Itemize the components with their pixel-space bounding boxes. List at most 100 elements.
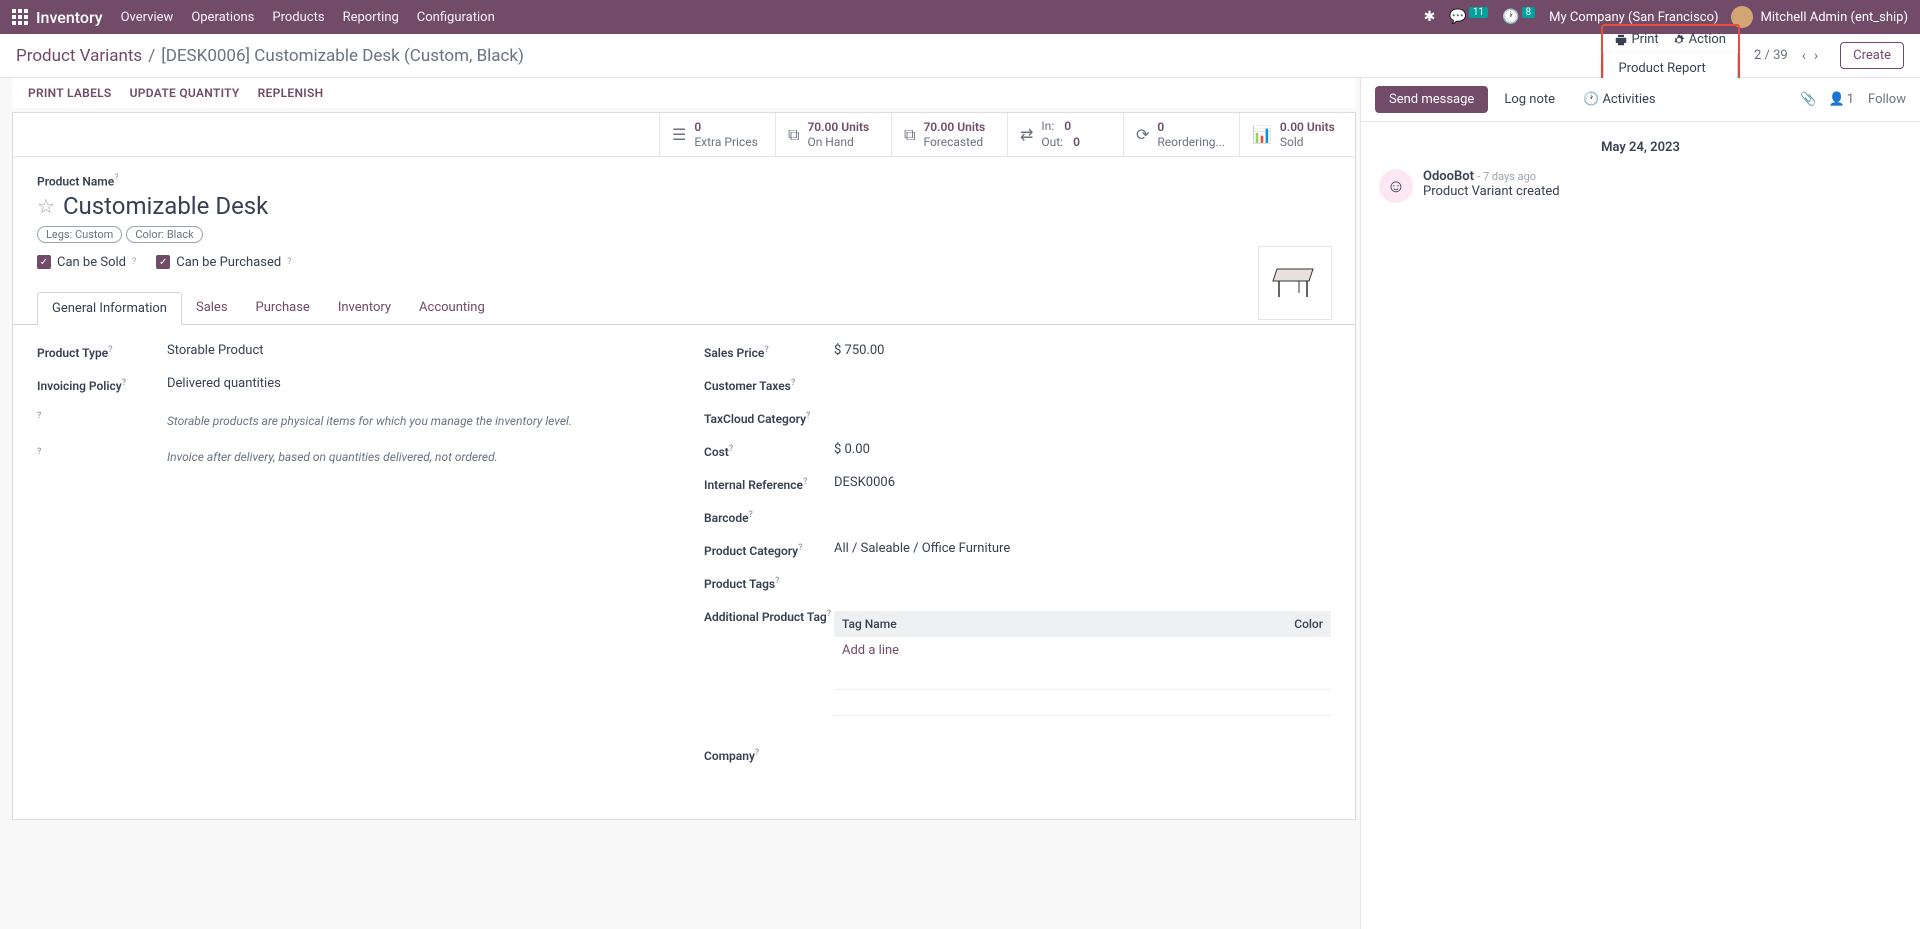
date-separator: May 24, 2023 <box>1379 140 1902 155</box>
log-note-button[interactable]: Log note <box>1492 86 1567 113</box>
table-row <box>834 690 1331 716</box>
followers-count[interactable]: 👤1 <box>1829 92 1855 107</box>
form-right-col: Sales Price?$ 750.00 Customer Taxes? Tax… <box>704 343 1331 780</box>
action-button[interactable]: Action <box>1673 32 1726 47</box>
pager[interactable]: 2 / 39 <box>1754 48 1788 63</box>
form-left-col: Product Type? Storable Product Invoicing… <box>37 343 664 780</box>
breadcrumb-parent[interactable]: Product Variants <box>16 46 142 66</box>
update-quantity-button[interactable]: UPDATE QUANTITY <box>130 86 240 100</box>
transfer-icon: ⇄ <box>1020 125 1033 144</box>
stat-forecasted[interactable]: ⧉ 70.00 UnitsForecasted <box>891 113 1007 156</box>
nav-overview[interactable]: Overview <box>121 10 174 25</box>
clock-badge: 8 <box>1522 7 1536 18</box>
product-type-value[interactable]: Storable Product <box>167 343 664 358</box>
form-sheet: ☰ 0Extra Prices ⧉ 70.00 UnitsOn Hand ⧉ 7… <box>12 112 1356 820</box>
category-label: Product Category <box>704 544 798 558</box>
company-selector[interactable]: My Company (San Francisco) <box>1549 10 1718 25</box>
additional-tag-table: Tag NameColor Add a line <box>834 611 1331 717</box>
message-author: OdooBot <box>1423 169 1474 184</box>
bug-icon[interactable]: ✱ <box>1424 9 1436 25</box>
can-be-purchased-check[interactable]: ✓Can be Purchased? <box>156 255 291 270</box>
follow-button[interactable]: Follow <box>1868 92 1906 107</box>
chatter-topbar: Send message Log note 🕐 Activities 📎 👤1 … <box>1361 78 1920 122</box>
tab-sales[interactable]: Sales <box>182 292 242 324</box>
app-name[interactable]: Inventory <box>36 8 103 27</box>
company-label: Company <box>704 749 755 763</box>
additional-tag-label: Additional Product Tag <box>704 610 827 624</box>
print-button[interactable]: Print <box>1615 32 1658 47</box>
customer-taxes-label: Customer Taxes <box>704 379 791 393</box>
title-area: Product Name? ☆ Customizable Desk Legs: … <box>13 157 1355 277</box>
cubes-icon: ⧉ <box>904 125 915 145</box>
stat-sold[interactable]: 📊 0.00 UnitsSold <box>1239 113 1355 156</box>
variant-tag-color: Color: Black <box>126 226 202 243</box>
nav-operations[interactable]: Operations <box>191 10 254 25</box>
attachment-icon[interactable]: 📎 <box>1800 92 1816 107</box>
invoice-hint: Invoice after delivery, based on quantit… <box>167 449 664 466</box>
chat-badge: 11 <box>1469 7 1488 18</box>
nav-products[interactable]: Products <box>272 10 324 25</box>
favorite-star-icon[interactable]: ☆ <box>37 194 55 218</box>
message: ☺ OdooBot - 7 days ago Product Variant c… <box>1379 169 1902 203</box>
user-menu[interactable]: Mitchell Admin (ent_ship) <box>1761 10 1908 25</box>
pager-prev-icon[interactable]: ‹ <box>1798 48 1810 64</box>
stat-reordering[interactable]: ⟳ 0Reordering... <box>1123 113 1239 156</box>
send-message-button[interactable]: Send message <box>1375 86 1488 113</box>
control-bar: Product Variants / [DESK0006] Customizab… <box>0 34 1920 78</box>
nav-reporting[interactable]: Reporting <box>343 10 399 25</box>
quick-actions: PRINT LABELS UPDATE QUANTITY REPLENISH <box>12 78 1356 108</box>
action-label: Action <box>1689 32 1726 47</box>
dropdown-item-product-report[interactable]: Product Report <box>1618 61 1705 76</box>
chart-icon: 📊 <box>1252 125 1272 144</box>
stat-transfers[interactable]: ⇄ In:0 Out:0 <box>1007 113 1123 156</box>
stat-extra-prices[interactable]: ☰ 0Extra Prices <box>659 113 775 156</box>
nav-configuration[interactable]: Configuration <box>417 10 495 25</box>
taxcloud-label: TaxCloud Category <box>704 412 806 426</box>
product-tags-label: Product Tags <box>704 577 775 591</box>
th-color: Color <box>1142 611 1331 637</box>
clock-icon[interactable]: 🕐8 <box>1502 9 1535 25</box>
print-labels-button[interactable]: PRINT LABELS <box>28 86 112 100</box>
activities-button[interactable]: 🕐 Activities <box>1571 86 1668 113</box>
storable-hint: Storable products are physical items for… <box>167 413 664 430</box>
product-name[interactable]: Customizable Desk <box>63 192 268 220</box>
pager-next-icon[interactable]: › <box>1810 48 1822 64</box>
chatter-panel: Send message Log note 🕐 Activities 📎 👤1 … <box>1360 78 1920 929</box>
breadcrumb-title: [DESK0006] Customizable Desk (Custom, Bl… <box>161 46 524 66</box>
tab-general-information[interactable]: General Information <box>37 292 182 325</box>
stat-on-hand[interactable]: ⧉ 70.00 UnitsOn Hand <box>775 113 891 156</box>
table-row <box>834 664 1331 690</box>
apps-icon[interactable] <box>12 9 28 25</box>
create-button[interactable]: Create <box>1840 42 1904 69</box>
invoicing-policy-value[interactable]: Delivered quantities <box>167 376 664 391</box>
list-icon: ☰ <box>672 125 686 144</box>
cost-label: Cost <box>704 445 729 459</box>
breadcrumb-sep: / <box>148 46 155 66</box>
stat-buttons: ☰ 0Extra Prices ⧉ 70.00 UnitsOn Hand ⧉ 7… <box>13 113 1355 157</box>
cost-value[interactable]: $ 0.00 <box>834 442 1331 457</box>
tab-inventory[interactable]: Inventory <box>324 292 405 324</box>
tab-purchase[interactable]: Purchase <box>242 292 324 324</box>
category-value[interactable]: All / Saleable / Office Furniture <box>834 541 1331 556</box>
invoicing-policy-label: Invoicing Policy <box>37 379 122 393</box>
internal-ref-value[interactable]: DESK0006 <box>834 475 1331 490</box>
th-tag-name: Tag Name <box>834 611 1142 637</box>
message-body: Product Variant created <box>1423 184 1560 199</box>
replenish-button[interactable]: REPLENISH <box>258 86 324 100</box>
add-line-button[interactable]: Add a line <box>834 637 1142 664</box>
message-time: - 7 days ago <box>1477 170 1536 183</box>
print-label: Print <box>1631 32 1658 47</box>
sales-price-value[interactable]: $ 750.00 <box>834 343 1331 358</box>
sales-price-label: Sales Price <box>704 346 764 360</box>
refresh-icon: ⟳ <box>1136 125 1149 144</box>
internal-ref-label: Internal Reference <box>704 478 803 492</box>
product-type-label: Product Type <box>37 346 108 360</box>
bot-avatar-icon: ☺ <box>1379 169 1413 203</box>
chatter-body: May 24, 2023 ☺ OdooBot - 7 days ago Prod… <box>1361 122 1920 221</box>
variant-tag-legs: Legs: Custom <box>37 226 122 243</box>
tab-accounting[interactable]: Accounting <box>405 292 499 324</box>
barcode-label: Barcode <box>704 511 749 525</box>
tabs: General Information Sales Purchase Inven… <box>13 292 1355 325</box>
chat-icon[interactable]: 💬11 <box>1449 9 1488 25</box>
can-be-sold-check[interactable]: ✓Can be Sold? <box>37 255 136 270</box>
